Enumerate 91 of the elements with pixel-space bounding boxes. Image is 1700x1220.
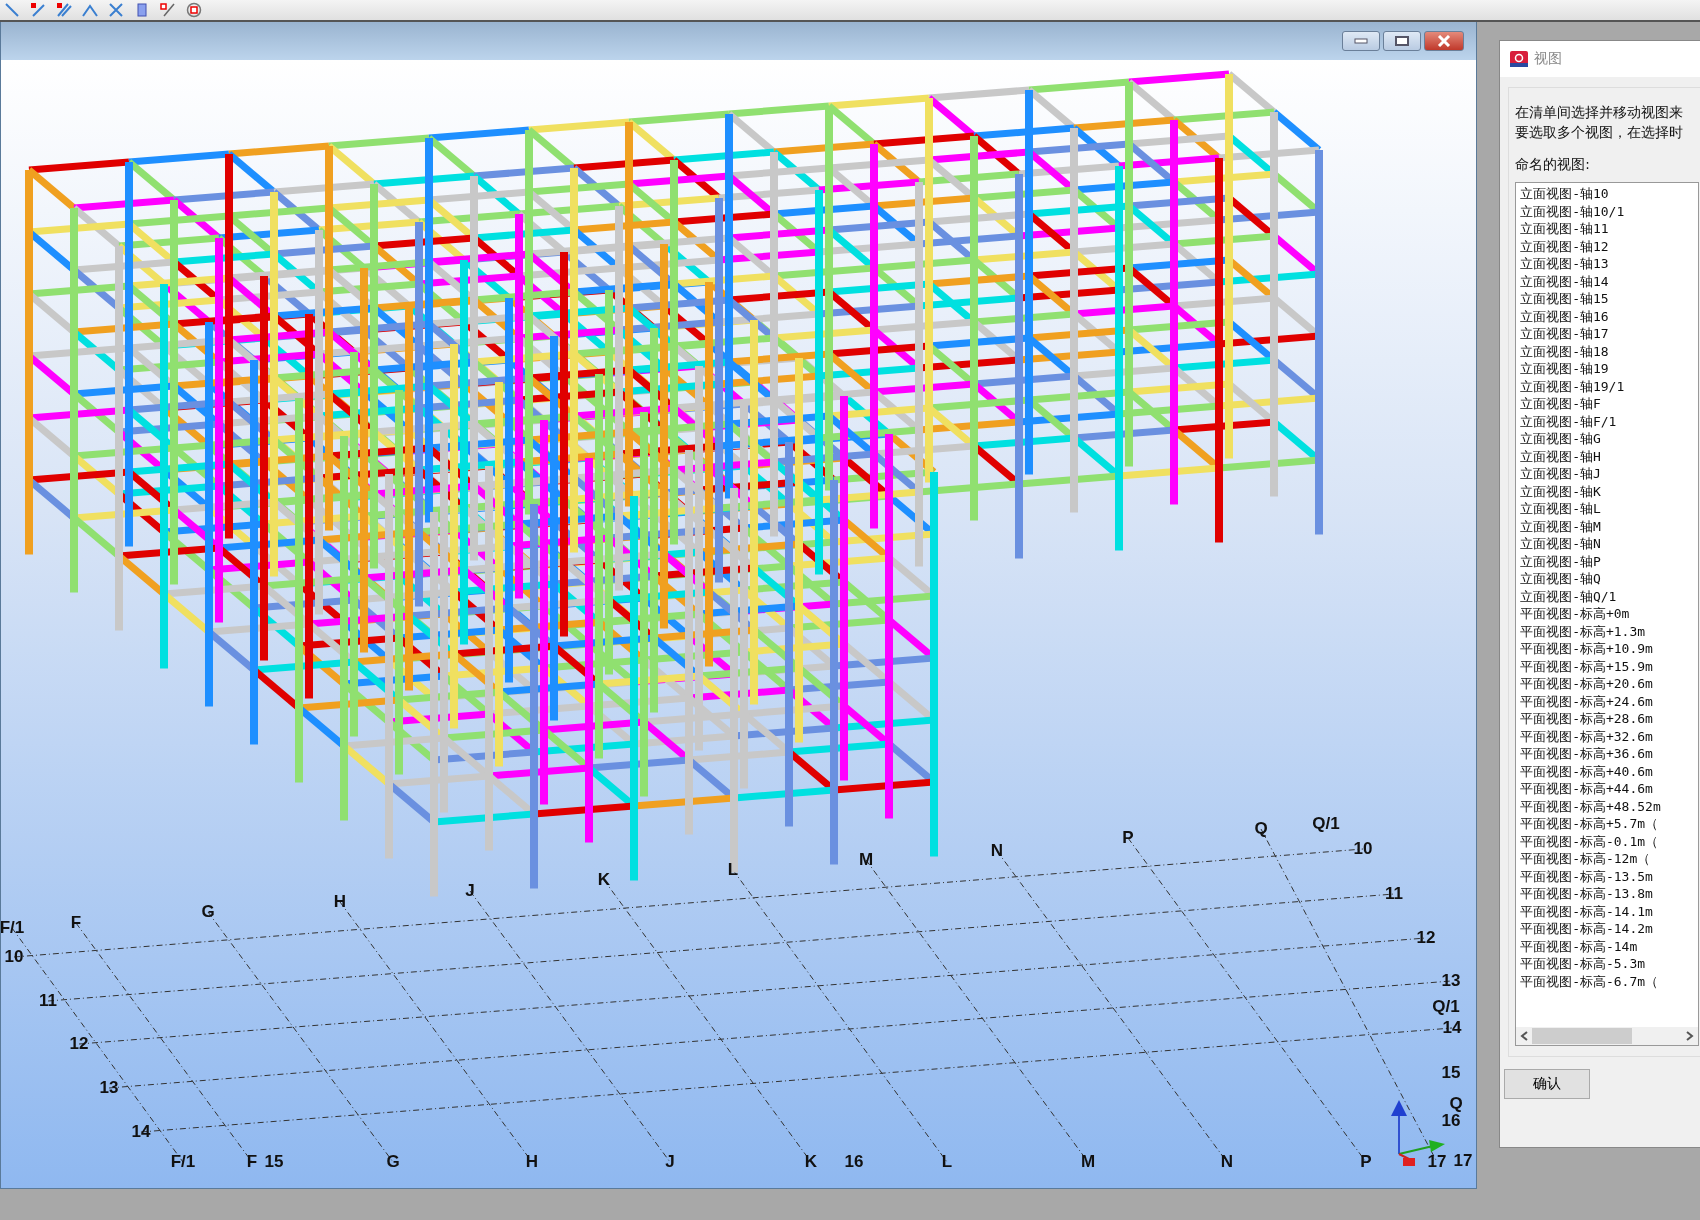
view-list-item[interactable]: 立面视图-轴Q [1520, 570, 1695, 588]
grid-axis-label: L [727, 860, 739, 880]
view-list-item[interactable]: 平面视图-标高-6.7m（ [1520, 972, 1695, 990]
view-list-item[interactable]: 立面视图-轴K [1520, 482, 1695, 500]
view-list-item[interactable]: 平面视图-标高+10.9m [1520, 640, 1695, 658]
list-label: 命名的视图: [1515, 156, 1591, 174]
view-list-item[interactable]: 平面视图-标高+20.6m [1520, 675, 1695, 693]
view-list-item[interactable]: 立面视图-轴P [1520, 552, 1695, 570]
view-list-item[interactable]: 平面视图-标高+24.6m [1520, 692, 1695, 710]
grid-axis-label: 14 [131, 1122, 151, 1142]
grid-axis-label: F [246, 1152, 258, 1172]
grid-axis-label: M [1080, 1152, 1096, 1172]
grid-axis-label: F/1 [170, 1152, 196, 1172]
view-list-item[interactable]: 立面视图-轴14 [1520, 272, 1695, 290]
view-list-item[interactable]: 立面视图-轴M [1520, 517, 1695, 535]
view-list-item[interactable]: 立面视图-轴19/1 [1520, 377, 1695, 395]
view-list-item[interactable]: 立面视图-轴19 [1520, 360, 1695, 378]
view-list-item[interactable]: 立面视图-轴18 [1520, 342, 1695, 360]
grid-axis-label: Q [1449, 1094, 1463, 1114]
view-list-item[interactable]: 平面视图-标高+1.3m [1520, 622, 1695, 640]
grid-axis-label: 16 [1441, 1111, 1461, 1131]
view-list-item[interactable]: 立面视图-轴10/1 [1520, 202, 1695, 220]
grid-axis-label: 15 [264, 1152, 284, 1172]
instruction-text: 在清单间选择并移动视图来 [1515, 103, 1685, 122]
view-list-item[interactable]: 立面视图-轴H [1520, 447, 1695, 465]
grid-axis-label: Q/1 [1432, 997, 1460, 1017]
grid-axis-label: 15 [1441, 1063, 1461, 1083]
view-list-item[interactable]: 立面视图-轴N [1520, 535, 1695, 553]
view-list-item[interactable]: 平面视图-标高-14.1m [1520, 902, 1695, 920]
view-list-item[interactable]: 立面视图-轴J [1520, 465, 1695, 483]
grid-axis-label: 14 [1442, 1018, 1462, 1038]
view-list-item[interactable]: 平面视图-标高-5.3m [1520, 955, 1695, 973]
view-list-item[interactable]: 立面视图-轴G [1520, 430, 1695, 448]
view-list-item[interactable]: 立面视图-轴12 [1520, 237, 1695, 255]
grid-axis-label: 17 [1427, 1152, 1447, 1172]
view-list-item[interactable]: 平面视图-标高-13.5m [1520, 867, 1695, 885]
grid-axis-label: G [386, 1152, 400, 1172]
grid-axis-label: 16 [844, 1152, 864, 1172]
grid-axis-label: 13 [99, 1078, 119, 1098]
grid-axis-label: 17 [1453, 1151, 1473, 1171]
grid-axis-label: F/1 [1, 918, 25, 938]
view-list-item[interactable]: 平面视图-标高-13.8m [1520, 885, 1695, 903]
view-list-item[interactable]: 立面视图-轴F [1520, 395, 1695, 413]
grid-axis-label: 12 [1416, 928, 1436, 948]
view-list-item[interactable]: 平面视图-标高-14.2m [1520, 920, 1695, 938]
view-list-item[interactable]: 平面视图-标高+28.6m [1520, 710, 1695, 728]
grid-axis-label: G [201, 902, 215, 922]
grid-axis-label: 13 [1441, 971, 1461, 991]
view-list-item[interactable]: 立面视图-轴Q/1 [1520, 587, 1695, 605]
grid-axis-label: F [70, 913, 82, 933]
grid-axis-label: K [804, 1152, 818, 1172]
grid-axis-label: L [941, 1152, 953, 1172]
view-list-item[interactable]: 平面视图-标高+15.9m [1520, 657, 1695, 675]
grid-axis-label: M [858, 850, 874, 870]
grid-axis-label: J [465, 881, 475, 901]
view-list-item[interactable]: 平面视图-标高-0.1m（ [1520, 832, 1695, 850]
grid-axis-label: N [990, 841, 1004, 861]
view-list-item[interactable]: 立面视图-轴11 [1520, 220, 1695, 238]
view-list-item[interactable]: 立面视图-轴17 [1520, 325, 1695, 343]
grid-axis-label: 10 [1353, 839, 1373, 859]
view-list-item[interactable]: 平面视图-标高-14m [1520, 937, 1695, 955]
grid-axis-label: 11 [1385, 884, 1403, 904]
view-list-item[interactable]: 立面视图-轴F/1 [1520, 412, 1695, 430]
view-list-item[interactable]: 立面视图-轴L [1520, 500, 1695, 518]
view-list-item[interactable]: 平面视图-标高+48.52m [1520, 797, 1695, 815]
grid-axis-label: H [525, 1152, 539, 1172]
grid-axis-label: N [1220, 1152, 1234, 1172]
confirm-button[interactable]: 确认 [1504, 1069, 1591, 1099]
dialog-title: 视图 [1534, 50, 1563, 68]
view-list-item[interactable]: 立面视图-轴16 [1520, 307, 1695, 325]
view-list-item[interactable]: 立面视图-轴13 [1520, 255, 1695, 273]
view-list-item[interactable]: 平面视图-标高+0m [1520, 605, 1695, 623]
grid-axis-label: Q/1 [1312, 814, 1340, 834]
view-list-item[interactable]: 平面视图-标高+32.6m [1520, 727, 1695, 745]
grid-axis-label: K [597, 870, 611, 890]
view-list-item[interactable]: 平面视图-标高+36.6m [1520, 745, 1695, 763]
grid-axis-label: 10 [4, 947, 24, 967]
instruction-text: 要选取多个视图，在选择时 [1515, 123, 1685, 142]
view-list-item[interactable]: 平面视图-标高+5.7m（ [1520, 815, 1695, 833]
view-list-item[interactable]: 平面视图-标高+44.6m [1520, 780, 1695, 798]
view-list-item[interactable]: 平面视图-标高-12m（ [1520, 850, 1695, 868]
grid-axis-label: P [1360, 1152, 1372, 1172]
grid-axis-label: H [333, 892, 347, 912]
grid-axis-label: J [665, 1152, 675, 1172]
view-list-item[interactable]: 平面视图-标高+40.6m [1520, 762, 1695, 780]
grid-axis-label: P [1122, 828, 1134, 848]
grid-axis-label: 11 [39, 991, 57, 1011]
view-list-item[interactable]: 立面视图-轴10 [1520, 185, 1695, 203]
grid-axis-label: 12 [69, 1034, 89, 1054]
grid-axis-label: Q [1254, 819, 1268, 839]
view-list-item[interactable]: 立面视图-轴15 [1520, 290, 1695, 308]
